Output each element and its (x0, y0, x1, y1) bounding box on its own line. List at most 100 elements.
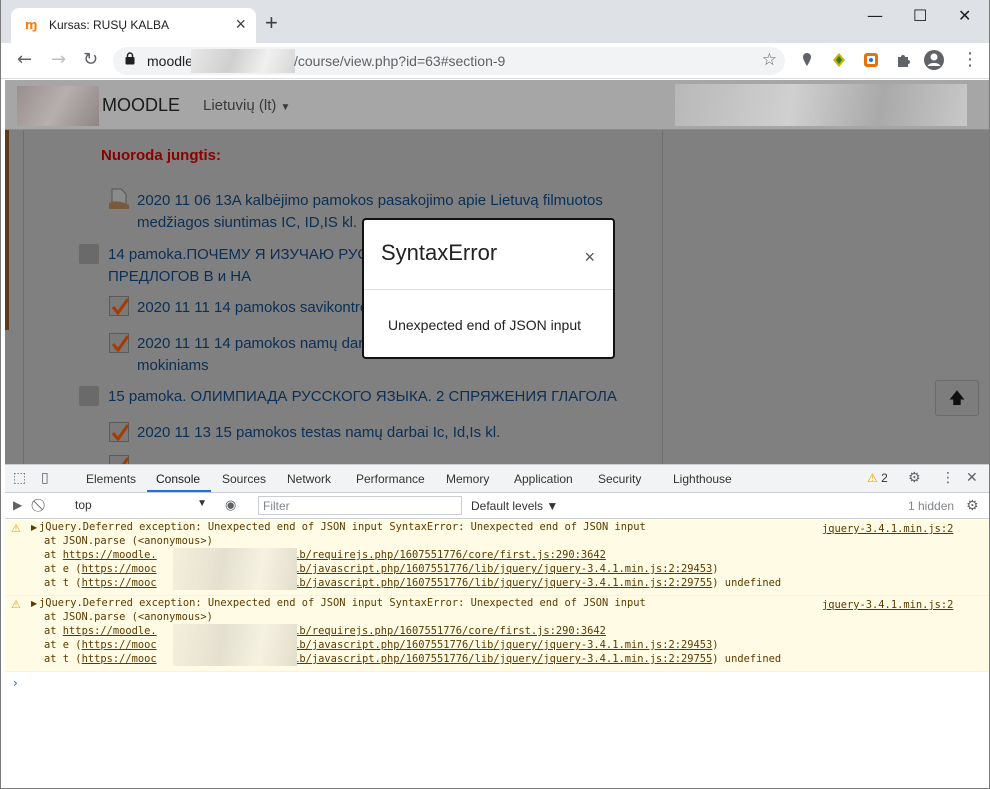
modal-divider (364, 289, 613, 290)
language-menu[interactable]: Lietuvių (lt) ▼ (203, 97, 290, 114)
stack-link[interactable]: https://moodle. (63, 549, 157, 561)
url-path: /course/view.php?id=63#section-9 (294, 53, 506, 69)
profile-avatar-icon[interactable] (923, 49, 945, 71)
stack-line: at https://moodle./lib/requirejs.php/160… (19, 549, 606, 561)
minimize-icon[interactable]: — (867, 6, 883, 25)
devtools-menu-icon[interactable]: ⋮ (941, 470, 955, 486)
redacted-host (191, 49, 295, 73)
sidebar-toggle-icon[interactable]: ▶ (13, 498, 22, 512)
log-source-link[interactable]: jquery-3.4.1.min.js:2 (822, 599, 953, 611)
list-item[interactable]: 2020 11 13 15 pamokos testas namų darbai… (137, 422, 500, 444)
user-menu-area[interactable] (675, 84, 967, 126)
item-title-line1: 2020 11 11 14 pamokos namų dar (137, 335, 364, 352)
error-modal: SyntaxError × Unexpected end of JSON inp… (362, 218, 615, 359)
section-heading: Nuoroda jungtis: (101, 147, 221, 164)
redacted-url (173, 548, 297, 590)
stack-line: at https://moodle./lib/requirejs.php/160… (19, 625, 606, 637)
log-levels-dropdown[interactable]: Default levels ▼ (471, 499, 558, 513)
log-message: jQuery.Deferred exception: Unexpected en… (39, 597, 646, 609)
stack-link[interactable]: https://mooc (82, 639, 157, 651)
site-logo[interactable] (17, 86, 99, 126)
book-icon (79, 244, 99, 264)
expand-arrow-icon[interactable]: ▶ (31, 599, 37, 608)
stack-line: at e (https://mooc/lib/javascript.php/16… (19, 563, 719, 575)
stack-link[interactable]: https://mooc (82, 577, 157, 589)
tab-security[interactable]: Security (598, 472, 641, 486)
tab-network[interactable]: Network (287, 472, 331, 486)
tab-elements[interactable]: Elements (86, 472, 136, 486)
tab-lighthouse[interactable]: Lighthouse (673, 472, 732, 486)
url-host: moodle (147, 53, 193, 69)
warning-count-badge[interactable]: ⚠ 2 (867, 471, 888, 485)
tab-application[interactable]: Application (514, 472, 573, 486)
item-title-line1: 15 pamoka. ОЛИМПИАДА РУССКОГО ЯЗЫКА. 2 С… (108, 388, 617, 405)
stack-link[interactable]: https://moodle. (63, 625, 157, 637)
back-icon[interactable]: ← (17, 49, 32, 70)
log-source-link[interactable]: jquery-3.4.1.min.js:2 (822, 523, 953, 535)
extensions-puzzle-icon[interactable] (895, 52, 911, 68)
maximize-icon[interactable]: ☐ (913, 6, 927, 25)
stack-link[interactable]: /lib/javascript.php/1607551776/lib/jquer… (281, 653, 713, 665)
device-toolbar-icon[interactable]: ▯ (41, 470, 49, 486)
console-prompt[interactable]: › (13, 676, 18, 690)
close-window-icon[interactable]: ✕ (958, 6, 971, 25)
screenshot-extension-icon[interactable] (863, 52, 879, 68)
context-selector[interactable]: top ▼ (75, 498, 211, 512)
item-title-line1: 14 pamoka.ПОЧЕМУ Я ИЗУЧАЮ РУСС (108, 246, 380, 263)
stack-link[interactable]: /lib/javascript.php/1607551776/lib/jquer… (281, 577, 713, 589)
console-filter-input[interactable]: Filter (258, 496, 462, 515)
hidden-messages-count: 1 hidden (908, 499, 955, 513)
expand-arrow-icon[interactable]: ▶ (31, 523, 37, 532)
tab-sources[interactable]: Sources (222, 472, 266, 486)
new-tab-icon[interactable]: + (265, 12, 278, 34)
tab-performance[interactable]: Performance (356, 472, 425, 486)
site-brand[interactable]: MOODLE (102, 95, 180, 116)
assignment-check-icon (109, 333, 130, 353)
bookmark-star-icon[interactable]: ☆ (762, 50, 777, 70)
location-pin-icon[interactable] (799, 52, 815, 68)
stack-link[interactable]: /lib/javascript.php/1607551776/lib/jquer… (281, 639, 713, 651)
list-item[interactable]: 2020 11 11 14 pamokos savikontro (137, 297, 368, 319)
stack-link[interactable]: https://mooc (82, 653, 157, 665)
active-tab-indicator (147, 490, 211, 492)
tab-memory[interactable]: Memory (446, 472, 489, 486)
inspect-element-icon[interactable]: ⬚ (13, 470, 26, 486)
list-item[interactable]: 15 pamoka. ОЛИМПИАДА РУССКОГО ЯЗЫКА. 2 С… (108, 386, 617, 408)
log-message: jQuery.Deferred exception: Unexpected en… (39, 521, 646, 533)
browser-menu-icon[interactable]: ⋮ (961, 49, 979, 70)
extension-diamond-icon[interactable] (831, 52, 847, 68)
item-title-line2: ПРЕДЛОГОВ В и НА (108, 268, 252, 285)
reload-icon[interactable]: ↻ (83, 49, 98, 70)
browser-tab[interactable]: ɱ Kursas: RUSŲ KALBA × (11, 8, 256, 43)
forward-icon[interactable]: → (51, 49, 66, 70)
warning-icon: ⚠ (867, 471, 878, 485)
back-to-top-button[interactable]: 🡅 (935, 380, 979, 416)
modal-title: SyntaxError (381, 240, 498, 265)
console-settings-icon[interactable]: ⚙ (966, 498, 979, 514)
list-item[interactable]: 14 pamoka.ПОЧЕМУ Я ИЗУЧАЮ РУСС ПРЕДЛОГОВ… (108, 244, 379, 288)
redacted-url (173, 624, 297, 666)
close-tab-icon[interactable]: × (235, 14, 246, 35)
console-warning-entry[interactable]: ⚠ ▶ jQuery.Deferred exception: Unexpecte… (5, 596, 989, 672)
item-title-line1: 2020 11 13 15 pamokos testas namų darbai… (137, 424, 501, 441)
stack-line: at e (https://mooc/lib/javascript.php/16… (19, 639, 719, 651)
address-bar[interactable]: moodle /course/view.php?id=63#section-9 … (113, 47, 785, 75)
close-devtools-icon[interactable]: ✕ (966, 470, 978, 486)
site-navbar: MOODLE Lietuvių (lt) ▼ (5, 80, 989, 130)
left-edge (5, 130, 9, 330)
assignment-check-icon (109, 296, 130, 316)
stack-link[interactable]: https://mooc (82, 563, 157, 575)
stack-link[interactable]: /lib/requirejs.php/1607551776/core/first… (281, 625, 606, 637)
console-warning-entry[interactable]: ⚠ ▶ jQuery.Deferred exception: Unexpecte… (5, 520, 989, 596)
item-title-line1: 2020 11 06 13A kalbėjimo pamokos pasakoj… (137, 192, 603, 209)
stack-line: at JSON.parse (<anonymous>) (19, 611, 213, 623)
caret-down-icon: ▼ (197, 498, 207, 509)
item-title-line1: 2020 11 11 14 pamokos savikontro (137, 299, 369, 316)
eye-icon[interactable]: ◉ (225, 498, 236, 513)
stack-link[interactable]: /lib/javascript.php/1607551776/lib/jquer… (281, 563, 713, 575)
tab-console[interactable]: Console (156, 472, 200, 486)
list-item[interactable]: 2020 11 11 14 pamokos namų dar mokiniams (137, 333, 363, 377)
settings-gear-icon[interactable]: ⚙ (908, 470, 921, 486)
modal-close-icon[interactable]: × (584, 247, 595, 268)
stack-link[interactable]: /lib/requirejs.php/1607551776/core/first… (281, 549, 606, 561)
